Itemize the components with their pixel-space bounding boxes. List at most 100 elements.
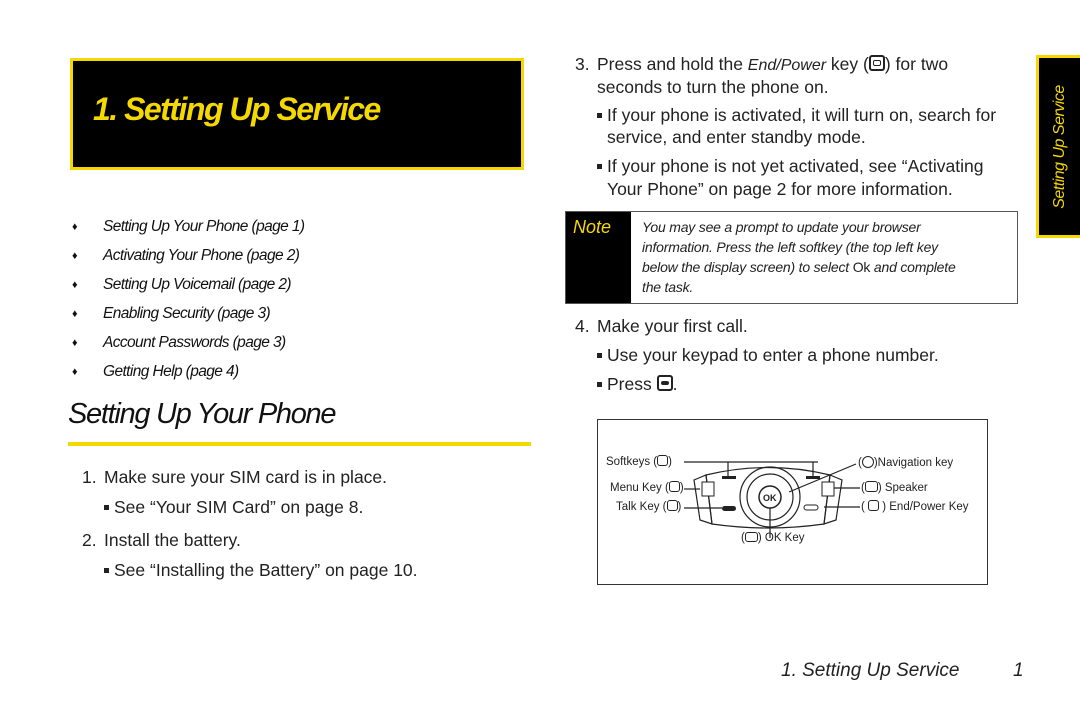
left-softkey (722, 476, 736, 479)
speaker-label: () Speaker (861, 481, 928, 494)
talk-key-label: Talk Key () (616, 500, 682, 513)
ok-key-label: OK (763, 493, 777, 503)
toc-item[interactable]: ♦ Activating Your Phone (page 2) (72, 241, 304, 270)
diamond-bullet-icon: ♦ (72, 336, 78, 349)
toc-item[interactable]: ♦ Enabling Security (page 3) (72, 299, 304, 328)
step-text: Make sure your SIM card is in place. (104, 467, 388, 487)
menu-key-icon (668, 481, 680, 493)
toc-item-label[interactable]: Enabling Security (page 3) (103, 305, 271, 323)
diamond-bullet-icon: ♦ (72, 307, 78, 320)
ok-option: Ok (852, 259, 871, 275)
step-2-sub: See “Installing the Battery” on page 10. (104, 560, 418, 581)
step-4: 4. Make your first call. (575, 316, 748, 337)
label-text: Softkeys ( (606, 456, 658, 468)
speaker-key (821, 481, 835, 497)
square-bullet-icon (597, 381, 602, 387)
note-label: Note (566, 212, 631, 303)
chapter-toc: ♦ Setting Up Your Phone (page 1) ♦ Activat… (72, 212, 305, 386)
right-softkey (806, 476, 820, 479)
step-text: Install the battery. (104, 530, 241, 550)
menu-key (701, 481, 715, 497)
step-text: key ( (826, 54, 869, 74)
side-tab-label: Setting Up Service (1050, 84, 1068, 209)
section-divider (68, 442, 531, 446)
toc-item-label[interactable]: Activating Your Phone (page 2) (103, 247, 300, 265)
chapter-title: 1. Setting Up Service (93, 91, 381, 127)
sub-text: Use your keypad to enter a phone number. (607, 345, 939, 365)
square-bullet-icon (597, 352, 602, 358)
label-text: Menu Key ( (610, 482, 669, 494)
sub-text: Press (607, 374, 652, 394)
toc-item-label[interactable]: Account Passwords (page 3) (103, 334, 286, 352)
label-text: OK Key (764, 532, 805, 544)
step-text: Press and hold the (597, 54, 748, 74)
square-bullet-icon (104, 504, 109, 510)
step-text: ) for two (884, 54, 949, 74)
step-1-sub: See “Your SIM Card” on page 8. (104, 497, 363, 518)
ok-key-icon (744, 531, 758, 542)
label-text: ) End/Power Key (882, 501, 969, 513)
talk-key-icon (666, 500, 678, 512)
step-3: 3. Press and hold the End/Power key ( ) fo… (575, 54, 948, 75)
diamond-bullet-icon: ♦ (72, 278, 78, 291)
note-text-span: and complete (870, 259, 956, 275)
step-number: 1. (82, 467, 97, 487)
step-number: 3. (575, 54, 590, 74)
speaker-icon (864, 481, 878, 493)
toc-item-label[interactable]: Setting Up Your Phone (page 1) (103, 218, 305, 236)
step-2: 2. Install the battery. (82, 530, 241, 551)
sub-text: If your phone is activated, it will turn… (607, 105, 997, 125)
talk-key (722, 506, 736, 511)
square-bullet-icon (104, 567, 109, 573)
page-number: 1 (1013, 660, 1024, 681)
chapter-header-box: 1. Setting Up Service (70, 58, 524, 170)
navigation-key-icon (861, 456, 874, 468)
toc-item[interactable]: ♦ Getting Help (page 4) (72, 357, 304, 386)
label-text: ) Speaker (877, 482, 928, 494)
note-line: information. Press the left softkey (the… (642, 239, 938, 255)
note-text: You may see a prompt to update your brow… (642, 217, 1012, 297)
step-1: 1. Make sure your SIM card is in place. (82, 467, 387, 488)
toc-item[interactable]: ♦ Account Passwords (page 3) (72, 328, 304, 357)
step-number: 2. (82, 530, 97, 550)
sub-text: See “Your SIM Card” on page 8. (114, 497, 364, 517)
square-bullet-icon (597, 112, 602, 118)
sub-text: See “Installing the Battery” on page 10. (114, 560, 418, 580)
step-text: Make your first call. (597, 316, 748, 336)
sub-text: If your phone is not yet activated, see … (607, 156, 984, 176)
toc-item-label[interactable]: Getting Help (page 4) (103, 363, 239, 381)
navigation-key-label: ()Navigation key (858, 456, 954, 470)
label-text: Talk Key ( (616, 501, 667, 513)
note-line: You may see a prompt to update your brow… (642, 219, 921, 235)
end-power-key-label: ( ) End/Power Key (861, 500, 969, 513)
end-power-key-icon (868, 55, 885, 72)
note-box: Note You may see a prompt to update your… (565, 211, 1018, 304)
label-text: )Navigation key (873, 457, 954, 470)
step-4-sub-2: Press . (597, 374, 677, 395)
square-bullet-icon (597, 163, 602, 169)
menu-key-label: Menu Key () (610, 481, 684, 494)
step-3-sub-2-line2: Your Phone” on page 2 for more informati… (607, 179, 953, 199)
ok-key-caption: () OK Key (741, 531, 805, 544)
diamond-bullet-icon: ♦ (72, 365, 78, 378)
side-tab: Setting Up Service (1036, 55, 1080, 238)
talk-key-icon (656, 375, 673, 392)
toc-item[interactable]: ♦ Setting Up Voicemail (page 2) (72, 270, 304, 299)
step-3-sub-2: If your phone is not yet activated, see … (597, 156, 983, 177)
footer-chapter-title: 1. Setting Up Service (781, 660, 960, 681)
end-power-key (803, 504, 819, 511)
toc-item-label[interactable]: Setting Up Voicemail (page 2) (103, 276, 292, 294)
note-text-span: below the display screen) to select (642, 259, 853, 275)
toc-item[interactable]: ♦ Setting Up Your Phone (page 1) (72, 212, 305, 241)
step-4-sub-1: Use your keypad to enter a phone number. (597, 345, 939, 366)
step-3-line2: seconds to turn the phone on. (597, 77, 829, 97)
end-power-icon (868, 500, 880, 512)
step-3-sub-1: If your phone is activated, it will turn… (597, 105, 996, 126)
softkey-icon (657, 455, 669, 467)
diamond-bullet-icon: ♦ (72, 249, 78, 262)
softkeys-label: Softkeys () (606, 455, 672, 468)
end-power-key-name: End/Power (747, 57, 827, 74)
diamond-bullet-icon: ♦ (72, 220, 78, 233)
keypad-diagram: OK Softkeys () Menu Key () Talk Key () (… (597, 419, 988, 585)
section-title: Setting Up Your Phone (68, 398, 337, 430)
